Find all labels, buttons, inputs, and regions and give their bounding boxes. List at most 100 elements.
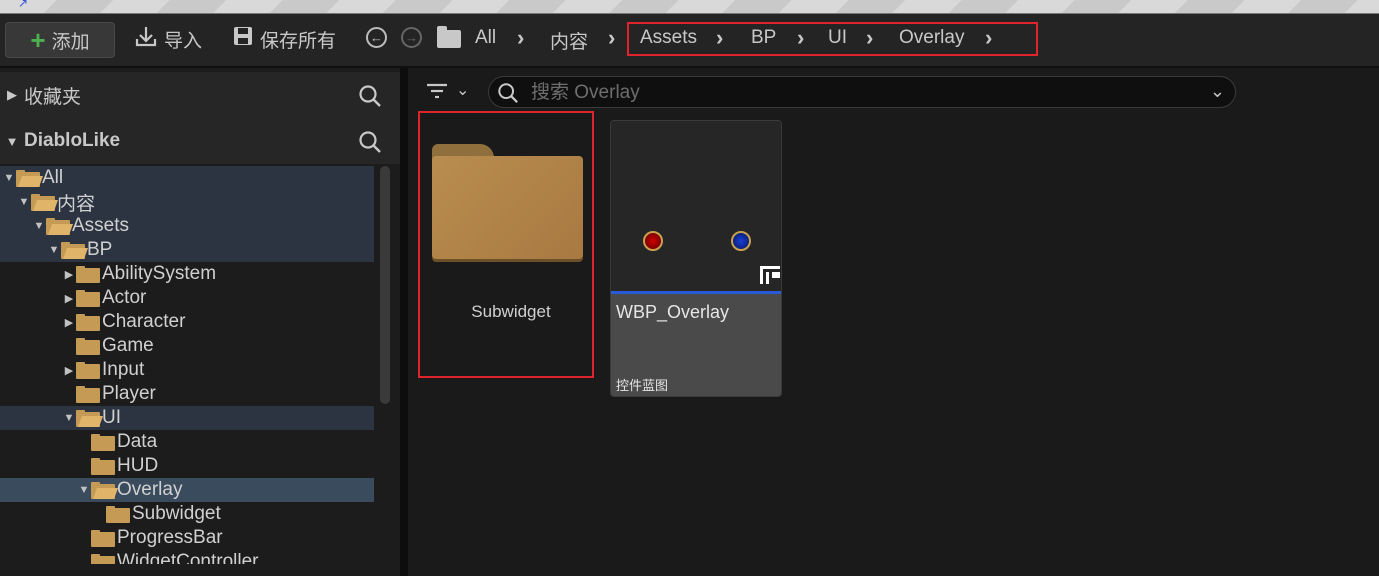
tree-item-widgetcontroller[interactable]: WidgetController [0,550,374,564]
folder-open-icon [91,481,119,499]
expand-right-icon[interactable]: ▶ [62,316,76,329]
filter-button[interactable]: ⌄ [426,82,476,104]
folder-icon [91,457,115,475]
expand-down-icon[interactable]: ▼ [47,244,61,256]
tree-item-内容[interactable]: ▼ 内容 [0,190,374,215]
expand-down-icon[interactable]: ▼ [77,484,91,496]
viewport-gizmo-icon: ↗ [18,0,29,10]
asset-tile[interactable]: WBP_Overlay 控件蓝图 [610,120,782,397]
tree-item-label: Data [117,431,158,452]
add-button-label: 添加 [51,31,90,53]
tree-item-label: 内容 [57,193,96,215]
expand-right-icon[interactable]: ▶ [62,268,76,281]
search-bar[interactable]: ⌄ [488,76,1236,108]
folder-icon [76,289,100,307]
chevron-right-icon[interactable]: › [517,25,524,51]
folder-icon [76,361,100,379]
tree-item-data[interactable]: Data [0,430,374,454]
folder-open-icon [76,409,104,427]
tree-item-label: Player [102,383,156,404]
toolbar: + 添加 导入 保存所有 ← → All › 内容 › Assets › BP … [0,14,1379,68]
save-all-button[interactable]: 保存所有 [232,22,336,56]
tree-item-label: Input [102,359,145,380]
folder-icon [76,385,100,403]
tree-item-label: Actor [102,287,147,308]
folder-icon [91,553,115,564]
tree-item-abilitysystem[interactable]: ▶ AbilitySystem [0,262,374,286]
tree-item-label: AbilitySystem [102,263,217,284]
add-button[interactable]: + 添加 [5,22,115,58]
tree-item-hud[interactable]: HUD [0,454,374,478]
back-icon[interactable]: ← [366,27,387,48]
save-icon [232,25,254,53]
tree-item-label: ProgressBar [117,527,223,548]
folder-icon [76,265,100,283]
search-input[interactable] [529,80,1193,106]
tree-item-game[interactable]: Game [0,334,374,358]
folder-tile-label: Subwidget [471,302,551,321]
tree-item-character[interactable]: ▶ Character [0,310,374,334]
breadcrumb-highlight [627,22,1038,56]
tree-item-player[interactable]: Player [0,382,374,406]
folder-icon [106,505,130,523]
asset-name: WBP_Overlay [616,302,730,322]
tree-item-bp[interactable]: ▼ BP [0,238,374,262]
favorites-label: 收藏夹 [24,86,82,108]
folder-tree: ▼ All ▼ 内容 ▼ Assets ▼ BP ▶ AbilitySystem ▶ Actor ▶ Ch… [0,164,374,564]
folder-icon [91,433,115,451]
search-icon[interactable] [358,130,382,160]
chevron-down-icon: ⌄ [456,82,470,99]
project-header[interactable]: ▼ DiabloLike [0,118,400,164]
folder-open-icon [16,169,44,187]
forward-icon[interactable]: → [401,27,422,48]
breadcrumb-content[interactable]: 内容 [550,27,588,54]
sidebar-splitter[interactable] [400,68,408,576]
tree-item-ui[interactable]: ▼ UI [0,406,374,430]
scrollbar[interactable] [380,166,390,404]
tree-item-label: All [42,167,64,188]
tree-item-label: Assets [72,215,130,236]
folder-open-icon [31,193,59,211]
breadcrumb-all[interactable]: All [475,27,496,49]
viewport-strip: ↗ [0,0,1379,14]
import-icon [134,25,158,53]
project-label: DiabloLike [24,130,121,151]
tree-item-label: WidgetController [117,551,259,564]
tree-item-subwidget[interactable]: Subwidget [0,502,374,526]
tree-item-label: UI [102,407,121,428]
tree-item-all[interactable]: ▼ All [0,166,374,190]
folder-icon [76,313,100,331]
tree-item-assets[interactable]: ▼ Assets [0,214,374,238]
expand-right-icon[interactable]: ▶ [62,292,76,305]
expand-down-icon[interactable]: ▼ [2,172,16,184]
expand-right-icon[interactable]: ▶ [62,364,76,377]
asset-info: WBP_Overlay 控件蓝图 [611,294,781,396]
import-button[interactable]: 导入 [134,22,202,56]
plus-icon: + [30,25,46,55]
expand-down-icon[interactable]: ▼ [0,134,24,149]
tree-item-input[interactable]: ▶ Input [0,358,374,382]
tree-item-progressbar[interactable]: ProgressBar [0,526,374,550]
folder-open-icon [61,241,89,259]
folder-icon [76,337,100,355]
save-all-button-label: 保存所有 [260,30,337,52]
favorites-header[interactable]: ▶ 收藏夹 [0,72,400,118]
expand-right-icon[interactable]: ▶ [0,87,24,103]
expand-down-icon[interactable]: ▼ [62,412,76,424]
search-icon[interactable] [358,84,382,114]
tree-item-label: Subwidget [132,503,221,524]
tree-item-label: BP [87,239,113,260]
mana-orb-icon [731,231,751,251]
import-button-label: 导入 [164,30,203,52]
chevron-right-icon[interactable]: › [608,25,615,51]
tree-item-actor[interactable]: ▶ Actor [0,286,374,310]
expand-down-icon[interactable]: ▼ [17,196,31,208]
search-icon [497,82,519,109]
tree-item-overlay[interactable]: ▼ Overlay [0,478,374,502]
health-orb-icon [643,231,663,251]
chevron-down-icon[interactable]: ⌄ [1210,81,1225,102]
folder-icon[interactable] [432,144,583,259]
folder-icon[interactable] [437,26,461,48]
expand-down-icon[interactable]: ▼ [32,220,46,232]
tree-item-label: HUD [117,455,159,476]
